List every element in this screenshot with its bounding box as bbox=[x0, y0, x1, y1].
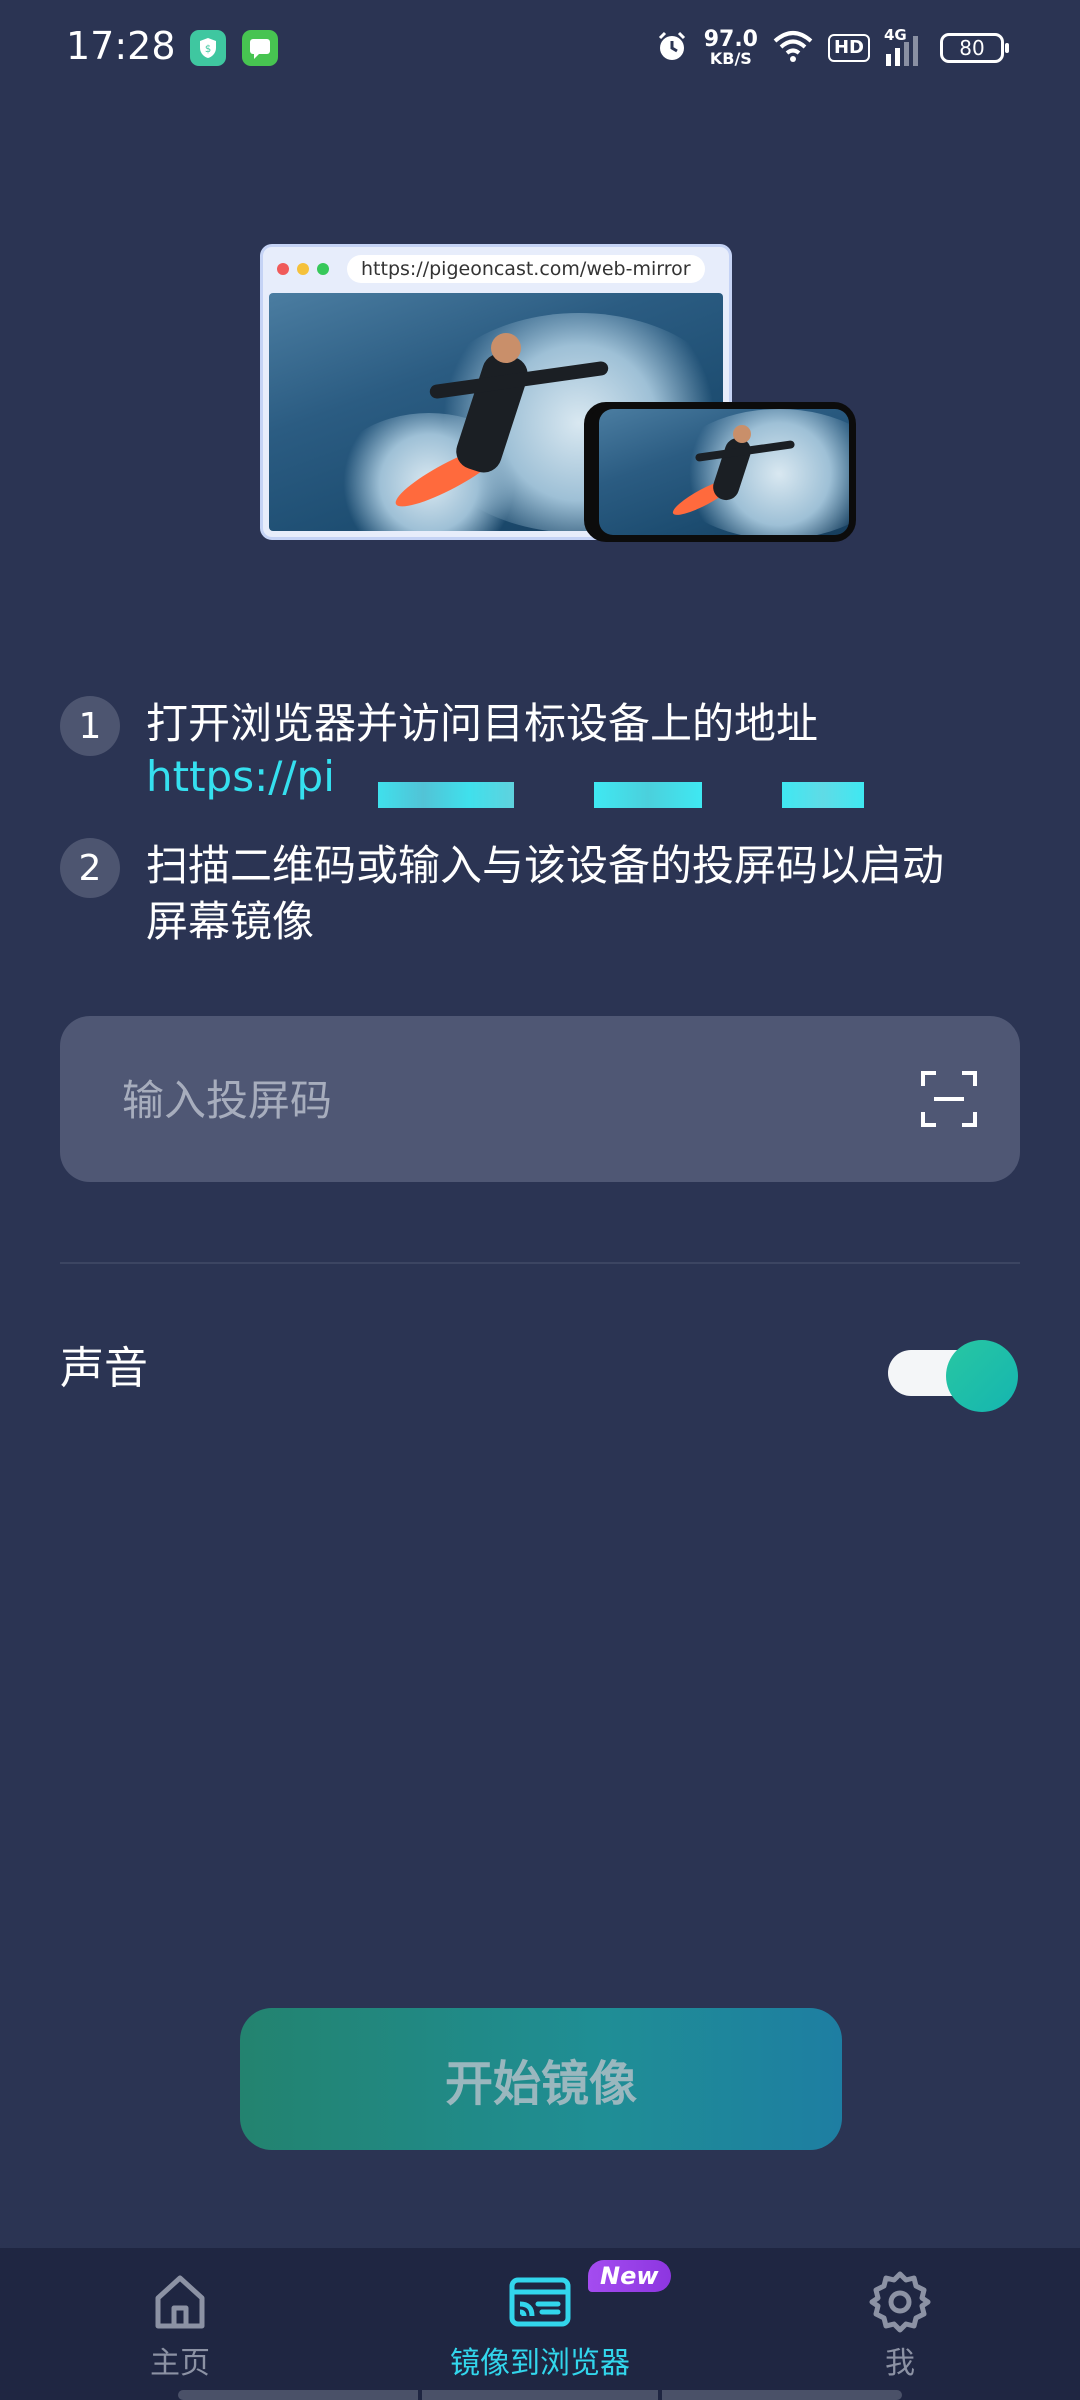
cast-icon bbox=[509, 2277, 571, 2327]
step-1-number: 1 bbox=[60, 696, 120, 756]
network-speed-value: 97.0 bbox=[703, 27, 758, 52]
window-maximize-dot bbox=[317, 263, 329, 275]
nav-label-me: 我 bbox=[885, 2346, 915, 2381]
wifi-icon bbox=[772, 29, 814, 67]
mirror-illustration: https://pigeoncast.com/web-mirror bbox=[260, 244, 860, 544]
home-icon bbox=[155, 2275, 205, 2329]
network-speed-unit: KB/S bbox=[709, 49, 752, 68]
signal-icon: 4G bbox=[884, 26, 926, 68]
sound-toggle-knob bbox=[946, 1340, 1018, 1412]
qr-scan-icon[interactable] bbox=[920, 1070, 978, 1128]
window-close-dot bbox=[277, 263, 289, 275]
nav-item-home[interactable]: 主页 bbox=[60, 2270, 300, 2382]
phone-mockup bbox=[584, 402, 856, 542]
step-2-number: 2 bbox=[60, 838, 120, 898]
phone-surfer-image bbox=[599, 409, 849, 535]
hd-voice-badge: HD bbox=[827, 34, 870, 62]
start-mirroring-button[interactable]: 开始镜像 bbox=[240, 2008, 842, 2150]
cast-code-field[interactable] bbox=[60, 1016, 1020, 1182]
step-2-line-2: 屏幕镜像 bbox=[146, 897, 315, 946]
home-indicator[interactable] bbox=[178, 2390, 902, 2400]
step-2: 2 扫描二维码或输入与该设备的投屏码以启动 屏幕镜像 bbox=[60, 838, 1020, 958]
step-1-text: 打开浏览器并访问目标设备上的地址 bbox=[146, 699, 819, 748]
sound-toggle[interactable] bbox=[888, 1340, 1018, 1412]
status-bar: 17:28 $ 97.0 KB/S HD 4G 80 bbox=[0, 0, 1080, 100]
new-badge: New bbox=[588, 2260, 671, 2292]
step-2-line-1: 扫描二维码或输入与该设备的投屏码以启动 bbox=[146, 841, 945, 890]
sound-label: 声音 bbox=[60, 1343, 148, 1394]
gear-icon bbox=[869, 2271, 931, 2333]
bottom-nav: 主页 镜像到浏览器 New 我 bbox=[0, 2248, 1080, 2400]
svg-text:$: $ bbox=[205, 44, 211, 55]
mirror-url-link[interactable]: https://pi bbox=[146, 752, 335, 801]
alarm-icon bbox=[654, 28, 690, 68]
battery-indicator: 80 bbox=[940, 33, 1009, 63]
cast-code-input[interactable] bbox=[120, 1056, 864, 1144]
nav-label-home: 主页 bbox=[150, 2346, 210, 2381]
nav-item-me[interactable]: 我 bbox=[780, 2270, 1020, 2382]
nav-label-mirror-to-browser: 镜像到浏览器 bbox=[450, 2346, 630, 2381]
divider bbox=[60, 1262, 1020, 1264]
window-minimize-dot bbox=[297, 263, 309, 275]
message-app-icon bbox=[242, 30, 278, 66]
browser-url: https://pigeoncast.com/web-mirror bbox=[347, 255, 705, 283]
security-app-icon: $ bbox=[190, 30, 226, 66]
step-1: 1 打开浏览器并访问目标设备上的地址 bbox=[60, 696, 1020, 756]
network-speed: 97.0 KB/S bbox=[704, 29, 758, 67]
status-time: 17:28 bbox=[66, 24, 176, 68]
step-2-text: 扫描二维码或输入与该设备的投屏码以启动 屏幕镜像 bbox=[146, 838, 944, 950]
